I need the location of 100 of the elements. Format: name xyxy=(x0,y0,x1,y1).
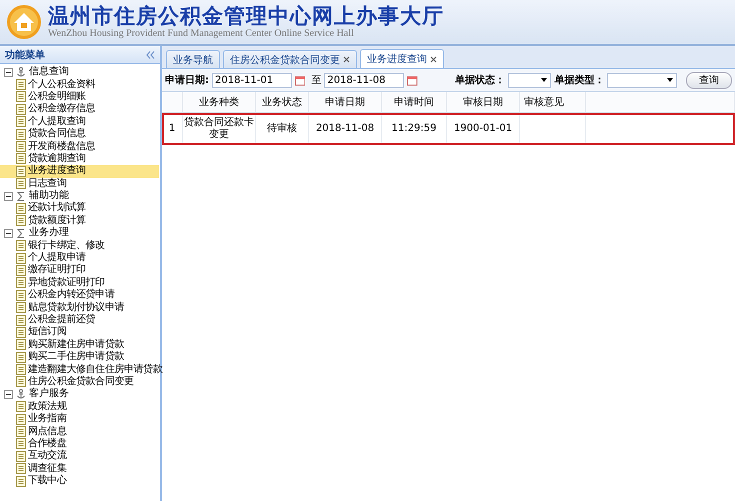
menu-item[interactable]: 缴存证明打印 xyxy=(0,264,159,277)
calendar-icon[interactable] xyxy=(295,74,306,86)
menu-item[interactable]: 个人提取查询 xyxy=(0,116,159,128)
tab[interactable]: 住房公积金贷款合同变更 xyxy=(223,50,357,68)
menu-item[interactable]: 公积金提前还贷 xyxy=(0,314,159,326)
date-label: 申请日期: xyxy=(165,74,209,87)
document-icon xyxy=(16,476,26,487)
document-icon xyxy=(16,326,26,338)
document-icon xyxy=(16,364,26,376)
menu-item[interactable]: 调查征集 xyxy=(0,462,159,475)
anchor-icon xyxy=(17,66,25,77)
collapse-icon[interactable] xyxy=(4,228,13,238)
document-icon xyxy=(16,277,26,288)
document-icon xyxy=(16,91,26,102)
date-separator: 至 xyxy=(311,74,322,87)
menu-item[interactable]: 业务进度查询 xyxy=(0,165,159,178)
search-button[interactable]: 查询 xyxy=(686,72,732,88)
collapse-icon[interactable] xyxy=(4,390,13,399)
menu-item[interactable]: 异地贷款证明打印 xyxy=(0,276,159,290)
anchor-icon xyxy=(17,388,25,399)
menu-group[interactable]: 业务办理 xyxy=(29,227,69,240)
document-icon xyxy=(16,314,26,326)
type-label: 单据类型： xyxy=(554,74,604,87)
sigma-icon xyxy=(16,192,24,201)
menu-item[interactable]: 公积金缴存信息 xyxy=(0,103,159,116)
document-icon xyxy=(16,339,26,350)
menu-item[interactable]: 贴息贷款划付协议申请 xyxy=(0,301,159,314)
document-icon xyxy=(16,426,26,438)
column-header: 申请日期 xyxy=(308,92,382,112)
document-icon xyxy=(16,178,26,190)
document-icon xyxy=(16,116,26,128)
document-icon xyxy=(16,463,26,474)
calendar-icon xyxy=(407,76,418,86)
menu-item[interactable]: 个人提取申请 xyxy=(0,252,159,264)
document-icon xyxy=(16,290,26,301)
menu-item[interactable]: 下载中心 xyxy=(0,474,159,488)
menu-item[interactable]: 贷款合同信息 xyxy=(0,128,159,140)
column-header: 申请时间 xyxy=(382,92,446,112)
column-header: 审核日期 xyxy=(446,92,520,112)
document-icon xyxy=(16,414,26,425)
menu-group[interactable]: 信息查询 xyxy=(29,66,69,78)
menu-item[interactable]: 互动交流 xyxy=(0,450,159,462)
caret-icon xyxy=(541,78,548,82)
table-cell: 1900-01-01 xyxy=(446,112,520,145)
table-cell: 11:29:59 xyxy=(382,112,446,145)
menu-item[interactable]: 购买二手住房申请贷款 xyxy=(0,350,159,364)
close-icon[interactable] xyxy=(430,56,437,62)
collapse-icon[interactable] xyxy=(4,192,13,201)
table-cell: 待审核 xyxy=(256,112,308,145)
house-logo-icon xyxy=(6,4,42,40)
column-header: 审核意见 xyxy=(520,92,586,112)
document-icon xyxy=(16,215,26,226)
sidebar-title: 功能菜单 xyxy=(5,48,45,62)
menu-item[interactable]: 公积金内转还贷申请 xyxy=(0,289,159,302)
collapse-icon[interactable] xyxy=(4,68,13,77)
menu-item[interactable]: 合作楼盘 xyxy=(0,438,159,450)
document-icon xyxy=(16,264,26,276)
document-icon xyxy=(16,153,26,164)
sigma-icon xyxy=(16,228,24,238)
document-icon xyxy=(16,252,26,264)
menu-group[interactable]: 客户服务 xyxy=(29,388,69,400)
menu-item[interactable]: 业务指南 xyxy=(0,412,159,426)
document-icon xyxy=(16,79,26,90)
menu-item[interactable]: 网点信息 xyxy=(0,425,159,438)
site-title: 温州市住房公积金管理中心网上办事大厅 xyxy=(48,4,444,28)
menu-item[interactable]: 政策法规 xyxy=(0,400,159,413)
caret-icon xyxy=(667,78,673,82)
document-icon xyxy=(16,240,26,252)
menu-item[interactable]: 购买新建住房申请贷款 xyxy=(0,338,159,351)
column-header: 业务状态 xyxy=(256,92,308,112)
site-subtitle: WenZhou Housing Provident Fund Management Center Online Service Hall xyxy=(48,28,355,40)
date-to-field[interactable]: 2018-11-08 xyxy=(324,72,404,88)
menu-group[interactable]: 辅助功能 xyxy=(29,190,69,202)
tab[interactable]: 业务导航 xyxy=(166,50,220,68)
menu-item[interactable]: 贷款额度计算 xyxy=(0,214,159,228)
tab[interactable]: 业务进度查询 xyxy=(360,49,444,68)
column-header: 业务种类 xyxy=(182,92,256,112)
menu-item[interactable]: 银行卡绑定、修改 xyxy=(0,239,159,252)
calendar-icon[interactable] xyxy=(407,74,418,86)
menu-item[interactable]: 短信订阅 xyxy=(0,326,159,339)
menu-item[interactable]: 还款计划试算 xyxy=(0,202,159,215)
document-icon xyxy=(16,352,26,363)
table-cell: 2018-11-08 xyxy=(308,112,382,145)
document-icon xyxy=(16,450,26,462)
date-from-field[interactable]: 2018-11-01 xyxy=(212,72,292,88)
row-number: 1 xyxy=(162,112,182,145)
collapse-sidebar-icon[interactable] xyxy=(146,50,155,58)
document-icon xyxy=(16,438,26,450)
document-icon xyxy=(16,202,26,214)
menu-item[interactable]: 个人公积金资料 xyxy=(0,78,159,91)
document-icon xyxy=(16,141,26,152)
close-icon[interactable] xyxy=(343,56,350,63)
menu-item[interactable]: 贷款逾期查询 xyxy=(0,152,159,166)
document-icon xyxy=(16,104,26,115)
menu-item[interactable]: 日志查询 xyxy=(0,178,159,190)
menu-item[interactable]: 开发商楼盘信息 xyxy=(0,140,159,153)
menu-item[interactable]: 公积金明细账 xyxy=(0,90,159,104)
menu-item[interactable]: 住房公积金贷款合同变更 xyxy=(0,376,159,388)
document-icon xyxy=(16,302,26,314)
document-icon xyxy=(16,376,26,388)
